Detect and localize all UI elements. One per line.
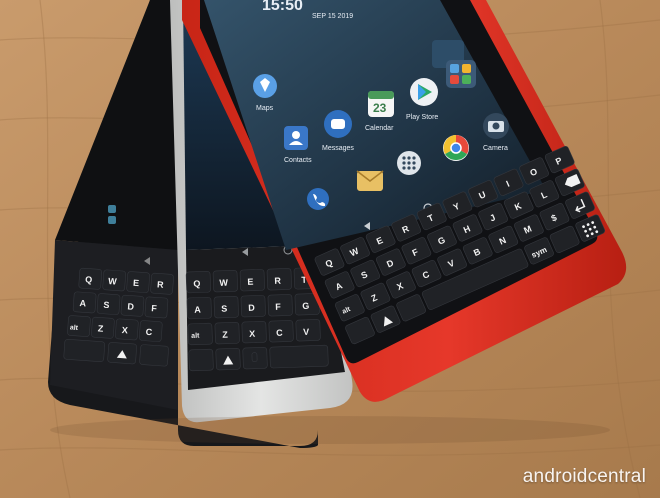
key-e-silver: E — [247, 277, 253, 287]
key-q-silver: Q — [193, 279, 200, 289]
key-d: D — [127, 301, 135, 311]
notification-led-icon — [108, 205, 116, 213]
key-d-silver: D — [248, 303, 255, 313]
key-a-silver: A — [194, 304, 201, 314]
photo-illustration: Q W E R A S D F alt Z X C Q W E R T A S … — [0, 0, 660, 498]
key-x: X — [121, 325, 128, 335]
contacts-app-label: Contacts — [284, 157, 312, 164]
key-r: R — [157, 279, 165, 289]
key-w-silver: W — [219, 278, 228, 288]
key-q: Q — [85, 274, 93, 284]
key-e: E — [133, 278, 140, 288]
key-alt: alt — [70, 324, 79, 332]
play-store-app-label: Play Store — [406, 114, 438, 121]
phone-dock-icon[interactable] — [307, 188, 329, 210]
clock-date: SEP 15 2019 — [312, 13, 353, 20]
photo-scene: Q W E R A S D F alt Z X C Q W E R T A S … — [0, 0, 660, 498]
stack-shadow — [50, 416, 610, 444]
key-c-silver: C — [276, 328, 283, 338]
calendar-date-badge: 23 — [373, 101, 387, 115]
key-x-silver: X — [249, 329, 255, 339]
key-r-silver: R — [274, 276, 281, 286]
app-folder-icon — [446, 60, 476, 88]
maps-app-label: Maps — [256, 105, 274, 112]
key-a: A — [79, 298, 87, 308]
key-w: W — [108, 276, 118, 287]
key-alt-silver: alt — [191, 333, 200, 340]
key-z-silver: Z — [222, 330, 228, 340]
key-s-silver: S — [221, 304, 227, 314]
microphone-key-icon — [251, 352, 258, 362]
messages-app-label: Messages — [322, 145, 354, 152]
key-c: C — [145, 327, 153, 337]
key-s: S — [103, 300, 110, 310]
key-g-silver: G — [302, 301, 309, 311]
clock-time: 15:50 — [262, 0, 303, 14]
calendar-app-label: Calendar — [365, 125, 394, 132]
watermark-text: androidcentral — [522, 466, 646, 487]
key-v-silver: V — [303, 327, 309, 337]
camera-app-label: Camera — [483, 145, 508, 152]
key-f-silver: F — [275, 302, 281, 312]
